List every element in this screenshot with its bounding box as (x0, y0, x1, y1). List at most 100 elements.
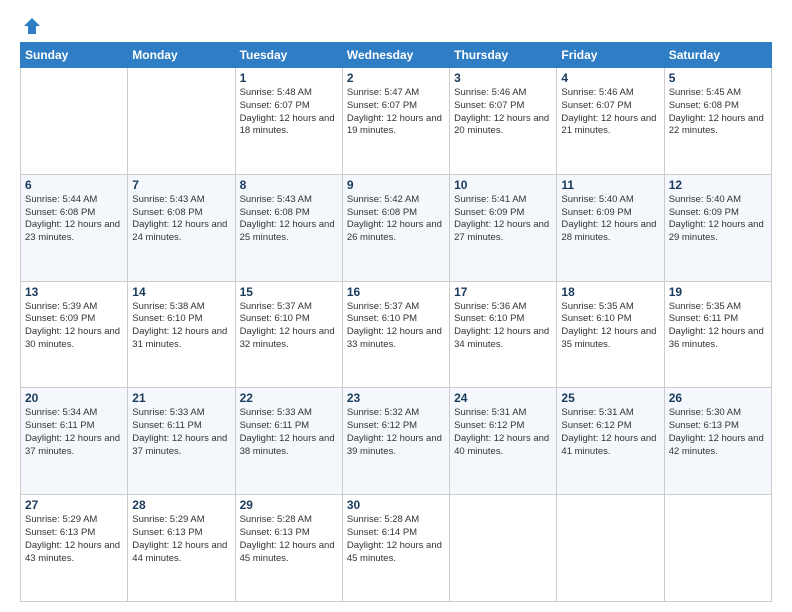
day-number: 22 (240, 391, 338, 405)
calendar-header-row: SundayMondayTuesdayWednesdayThursdayFrid… (21, 43, 772, 68)
cell-content: Sunrise: 5:35 AM Sunset: 6:10 PM Dayligh… (561, 301, 659, 352)
cell-content: Sunrise: 5:43 AM Sunset: 6:08 PM Dayligh… (132, 194, 230, 245)
cell-content: Sunrise: 5:29 AM Sunset: 6:13 PM Dayligh… (132, 514, 230, 565)
calendar-cell: 29 Sunrise: 5:28 AM Sunset: 6:13 PM Dayli… (235, 495, 342, 602)
day-number: 24 (454, 391, 552, 405)
day-number: 1 (240, 71, 338, 85)
calendar-cell: 30 Sunrise: 5:28 AM Sunset: 6:14 PM Dayli… (342, 495, 449, 602)
calendar-day-header: Friday (557, 43, 664, 68)
cell-content: Sunrise: 5:37 AM Sunset: 6:10 PM Dayligh… (347, 301, 445, 352)
cell-content: Sunrise: 5:28 AM Sunset: 6:13 PM Dayligh… (240, 514, 338, 565)
logo-icon (22, 16, 42, 36)
day-number: 19 (669, 285, 767, 299)
day-number: 9 (347, 178, 445, 192)
day-number: 23 (347, 391, 445, 405)
day-number: 4 (561, 71, 659, 85)
calendar-cell: 25 Sunrise: 5:31 AM Sunset: 6:12 PM Dayli… (557, 388, 664, 495)
cell-content: Sunrise: 5:37 AM Sunset: 6:10 PM Dayligh… (240, 301, 338, 352)
calendar-cell: 27 Sunrise: 5:29 AM Sunset: 6:13 PM Dayli… (21, 495, 128, 602)
calendar-cell: 14 Sunrise: 5:38 AM Sunset: 6:10 PM Dayli… (128, 281, 235, 388)
cell-content: Sunrise: 5:33 AM Sunset: 6:11 PM Dayligh… (240, 407, 338, 458)
calendar-day-header: Tuesday (235, 43, 342, 68)
calendar-day-header: Sunday (21, 43, 128, 68)
calendar-day-header: Wednesday (342, 43, 449, 68)
day-number: 29 (240, 498, 338, 512)
cell-content: Sunrise: 5:40 AM Sunset: 6:09 PM Dayligh… (669, 194, 767, 245)
cell-content: Sunrise: 5:47 AM Sunset: 6:07 PM Dayligh… (347, 87, 445, 138)
day-number: 10 (454, 178, 552, 192)
cell-content: Sunrise: 5:34 AM Sunset: 6:11 PM Dayligh… (25, 407, 123, 458)
cell-content: Sunrise: 5:29 AM Sunset: 6:13 PM Dayligh… (25, 514, 123, 565)
page: SundayMondayTuesdayWednesdayThursdayFrid… (0, 0, 792, 612)
calendar-cell: 15Sunrise: 5:37 AM Sunset: 6:10 PM Dayli… (235, 281, 342, 388)
calendar-cell: 19 Sunrise: 5:35 AM Sunset: 6:11 PM Dayli… (664, 281, 771, 388)
calendar-cell (450, 495, 557, 602)
calendar-day-header: Thursday (450, 43, 557, 68)
day-number: 21 (132, 391, 230, 405)
cell-content: Sunrise: 5:44 AM Sunset: 6:08 PM Dayligh… (25, 194, 123, 245)
cell-content: Sunrise: 5:31 AM Sunset: 6:12 PM Dayligh… (561, 407, 659, 458)
calendar-cell: 10 Sunrise: 5:41 AM Sunset: 6:09 PM Dayli… (450, 174, 557, 281)
day-number: 28 (132, 498, 230, 512)
day-number: 27 (25, 498, 123, 512)
day-number: 17 (454, 285, 552, 299)
cell-content: Sunrise: 5:43 AM Sunset: 6:08 PM Dayligh… (240, 194, 338, 245)
cell-content: Sunrise: 5:40 AM Sunset: 6:09 PM Dayligh… (561, 194, 659, 245)
calendar-week-row: 1 Sunrise: 5:48 AM Sunset: 6:07 PM Daylig… (21, 68, 772, 175)
calendar-cell: 16 Sunrise: 5:37 AM Sunset: 6:10 PM Dayli… (342, 281, 449, 388)
calendar-cell: 13Sunrise: 5:39 AM Sunset: 6:09 PM Dayli… (21, 281, 128, 388)
calendar-week-row: 6 Sunrise: 5:44 AM Sunset: 6:08 PM Daylig… (21, 174, 772, 281)
calendar-cell: 2 Sunrise: 5:47 AM Sunset: 6:07 PM Daylig… (342, 68, 449, 175)
day-number: 26 (669, 391, 767, 405)
day-number: 14 (132, 285, 230, 299)
calendar-week-row: 13Sunrise: 5:39 AM Sunset: 6:09 PM Dayli… (21, 281, 772, 388)
cell-content: Sunrise: 5:48 AM Sunset: 6:07 PM Dayligh… (240, 87, 338, 138)
calendar-cell: 21 Sunrise: 5:33 AM Sunset: 6:11 PM Dayli… (128, 388, 235, 495)
cell-content: Sunrise: 5:30 AM Sunset: 6:13 PM Dayligh… (669, 407, 767, 458)
calendar-cell (128, 68, 235, 175)
day-number: 5 (669, 71, 767, 85)
calendar-cell (557, 495, 664, 602)
day-number: 11 (561, 178, 659, 192)
day-number: 12 (669, 178, 767, 192)
cell-content: Sunrise: 5:36 AM Sunset: 6:10 PM Dayligh… (454, 301, 552, 352)
cell-content: Sunrise: 5:35 AM Sunset: 6:11 PM Dayligh… (669, 301, 767, 352)
calendar-cell: 20 Sunrise: 5:34 AM Sunset: 6:11 PM Dayli… (21, 388, 128, 495)
day-number: 2 (347, 71, 445, 85)
cell-content: Sunrise: 5:42 AM Sunset: 6:08 PM Dayligh… (347, 194, 445, 245)
calendar-day-header: Saturday (664, 43, 771, 68)
day-number: 8 (240, 178, 338, 192)
calendar-cell: 9 Sunrise: 5:42 AM Sunset: 6:08 PM Daylig… (342, 174, 449, 281)
calendar-cell (21, 68, 128, 175)
calendar-cell: 28 Sunrise: 5:29 AM Sunset: 6:13 PM Dayli… (128, 495, 235, 602)
day-number: 18 (561, 285, 659, 299)
calendar-cell: 23Sunrise: 5:32 AM Sunset: 6:12 PM Dayli… (342, 388, 449, 495)
calendar-day-header: Monday (128, 43, 235, 68)
cell-content: Sunrise: 5:46 AM Sunset: 6:07 PM Dayligh… (561, 87, 659, 138)
logo (20, 16, 42, 32)
cell-content: Sunrise: 5:45 AM Sunset: 6:08 PM Dayligh… (669, 87, 767, 138)
cell-content: Sunrise: 5:41 AM Sunset: 6:09 PM Dayligh… (454, 194, 552, 245)
calendar-cell: 4 Sunrise: 5:46 AM Sunset: 6:07 PM Daylig… (557, 68, 664, 175)
calendar-week-row: 27 Sunrise: 5:29 AM Sunset: 6:13 PM Dayli… (21, 495, 772, 602)
calendar-cell: 5 Sunrise: 5:45 AM Sunset: 6:08 PM Daylig… (664, 68, 771, 175)
calendar-cell: 8 Sunrise: 5:43 AM Sunset: 6:08 PM Daylig… (235, 174, 342, 281)
cell-content: Sunrise: 5:33 AM Sunset: 6:11 PM Dayligh… (132, 407, 230, 458)
day-number: 16 (347, 285, 445, 299)
calendar-cell: 1 Sunrise: 5:48 AM Sunset: 6:07 PM Daylig… (235, 68, 342, 175)
calendar-cell: 18 Sunrise: 5:35 AM Sunset: 6:10 PM Dayli… (557, 281, 664, 388)
day-number: 20 (25, 391, 123, 405)
cell-content: Sunrise: 5:38 AM Sunset: 6:10 PM Dayligh… (132, 301, 230, 352)
day-number: 30 (347, 498, 445, 512)
cell-content: Sunrise: 5:28 AM Sunset: 6:14 PM Dayligh… (347, 514, 445, 565)
day-number: 25 (561, 391, 659, 405)
calendar-cell: 6 Sunrise: 5:44 AM Sunset: 6:08 PM Daylig… (21, 174, 128, 281)
day-number: 6 (25, 178, 123, 192)
calendar-cell (664, 495, 771, 602)
cell-content: Sunrise: 5:39 AM Sunset: 6:09 PM Dayligh… (25, 301, 123, 352)
calendar-week-row: 20 Sunrise: 5:34 AM Sunset: 6:11 PM Dayli… (21, 388, 772, 495)
cell-content: Sunrise: 5:46 AM Sunset: 6:07 PM Dayligh… (454, 87, 552, 138)
calendar-cell: 7Sunrise: 5:43 AM Sunset: 6:08 PM Daylig… (128, 174, 235, 281)
calendar-cell: 11 Sunrise: 5:40 AM Sunset: 6:09 PM Dayli… (557, 174, 664, 281)
header (20, 16, 772, 32)
